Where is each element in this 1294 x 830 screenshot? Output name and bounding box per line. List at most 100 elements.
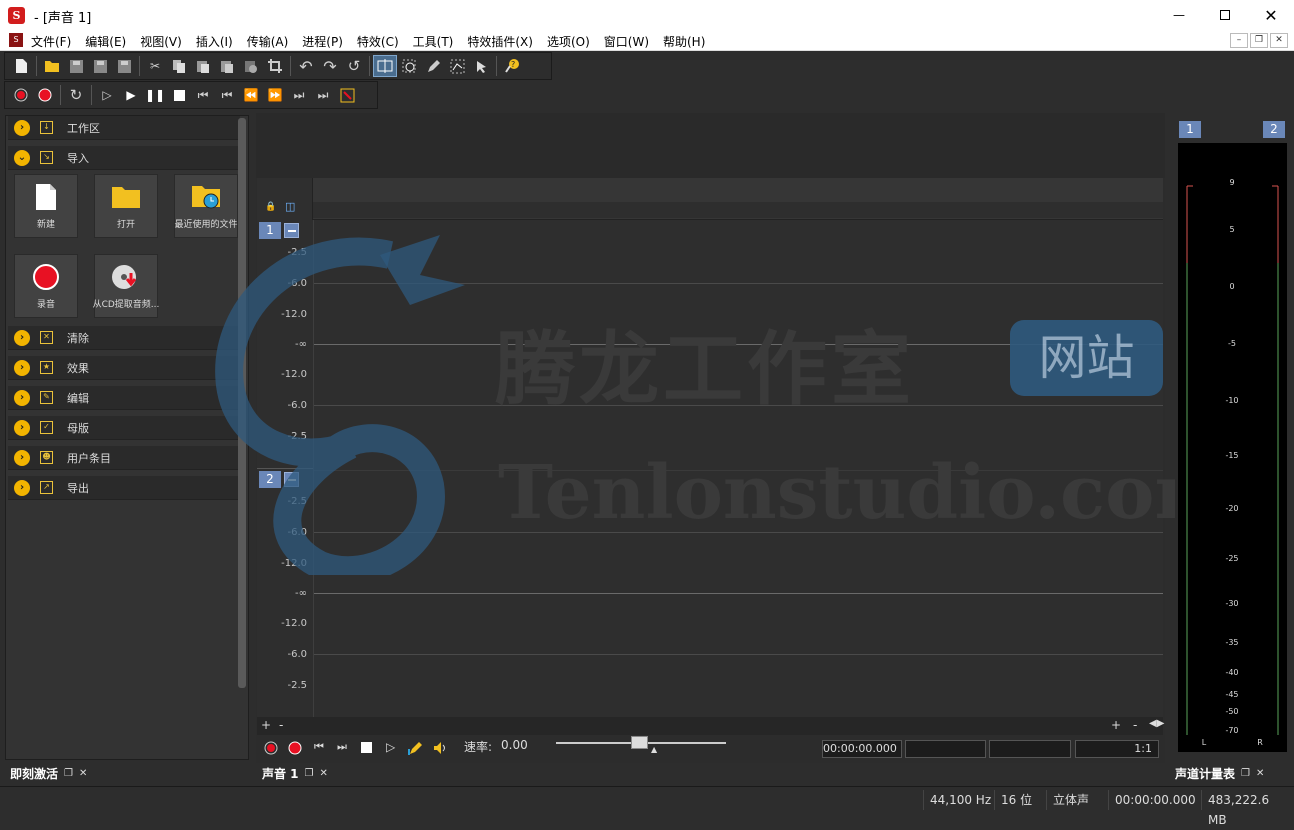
- menu-item[interactable]: 插入(I): [196, 33, 247, 50]
- float-icon[interactable]: ❐: [1241, 768, 1250, 779]
- next-marker-button[interactable]: ⏭: [287, 84, 311, 106]
- float-icon[interactable]: ❐: [64, 768, 73, 779]
- rewind-button[interactable]: ⏪: [239, 84, 263, 106]
- section-import[interactable]: ⌄ ↘ 导入: [8, 146, 240, 170]
- close-icon[interactable]: ✕: [320, 768, 328, 779]
- speaker-icon[interactable]: [432, 740, 448, 756]
- stop-icon[interactable]: [361, 742, 372, 753]
- selection-start[interactable]: [905, 740, 986, 758]
- tile-cd-extract[interactable]: 从CD提取音频...: [93, 254, 159, 318]
- menu-item[interactable]: 视图(V): [140, 33, 196, 50]
- status-length: 00:00:00.000: [1108, 790, 1202, 810]
- overview-strip[interactable]: [256, 113, 1165, 178]
- zoom-in-vertical-button[interactable]: +: [261, 718, 271, 732]
- paste-mix-button[interactable]: [215, 55, 239, 77]
- zoom-in-horizontal-button[interactable]: +: [1111, 718, 1121, 732]
- crop-button[interactable]: [263, 55, 287, 77]
- play-button[interactable]: ▶: [119, 84, 143, 106]
- zoom-ratio[interactable]: 1:1: [1075, 740, 1159, 758]
- copy-button[interactable]: [167, 55, 191, 77]
- mdi-close-button[interactable]: ✕: [1270, 33, 1288, 48]
- go-to-start-button[interactable]: ⏮: [191, 84, 215, 106]
- redo-button[interactable]: ↷: [318, 55, 342, 77]
- record-arm-button[interactable]: [9, 84, 33, 106]
- go-to-end-icon[interactable]: ⏭: [337, 740, 347, 754]
- save-as-button[interactable]: [88, 55, 112, 77]
- menu-item[interactable]: 文件(F): [31, 33, 85, 50]
- float-icon[interactable]: ❐: [305, 768, 314, 779]
- menu-item[interactable]: 特效(C): [357, 33, 413, 50]
- mdi-minimize-button[interactable]: –: [1230, 33, 1248, 48]
- stop-button[interactable]: [167, 84, 191, 106]
- maximize-button[interactable]: [1202, 0, 1248, 30]
- paste-button[interactable]: [191, 55, 215, 77]
- envelope-tool-button[interactable]: [445, 55, 469, 77]
- app-icon[interactable]: S: [8, 7, 25, 24]
- editor-tab[interactable]: 声音 1 ❐ ✕: [256, 763, 396, 783]
- tile-record[interactable]: 录音: [14, 254, 78, 318]
- new-file-button[interactable]: [9, 55, 33, 77]
- cursor-time[interactable]: 00:00:00.000: [822, 740, 902, 758]
- menu-item[interactable]: 窗口(W): [604, 33, 663, 50]
- pause-button[interactable]: ❚❚: [143, 84, 167, 106]
- meter-channel-1[interactable]: 1: [1179, 121, 1201, 138]
- snap-button[interactable]: [335, 84, 359, 106]
- selection-end[interactable]: [989, 740, 1071, 758]
- save-button[interactable]: [64, 55, 88, 77]
- record-icon[interactable]: [288, 741, 303, 756]
- tile-open[interactable]: 打开: [94, 174, 158, 238]
- help-button[interactable]: ?: [500, 55, 524, 77]
- export-icon: ↗: [40, 481, 53, 494]
- record-button[interactable]: [33, 84, 57, 106]
- meter-tab[interactable]: 声道计量表 ❐ ✕: [1169, 763, 1287, 783]
- mdi-restore-button[interactable]: ❐: [1250, 33, 1268, 48]
- play-from-start-button[interactable]: ▷: [95, 84, 119, 106]
- edit-tool-button[interactable]: [373, 55, 397, 77]
- chevron-right-icon: ›: [14, 449, 30, 466]
- section-workspace[interactable]: › ↓ 工作区: [8, 116, 240, 140]
- minimize-button[interactable]: —: [1156, 0, 1202, 30]
- loop-button[interactable]: ↻: [64, 84, 88, 106]
- menu-item[interactable]: 进程(P): [302, 33, 357, 50]
- chevron-right-icon: ›: [14, 419, 30, 436]
- meter-scale-label: -25: [1225, 554, 1239, 563]
- repeat-button[interactable]: ↺: [342, 55, 366, 77]
- tile-new[interactable]: 新建: [14, 174, 78, 238]
- edit-tool-icon[interactable]: ◫: [285, 200, 295, 213]
- zoom-out-vertical-button[interactable]: -: [279, 718, 283, 732]
- fast-forward-button[interactable]: ⏩: [263, 84, 287, 106]
- cut-button[interactable]: ✂: [143, 55, 167, 77]
- pencil-icon[interactable]: [408, 740, 423, 756]
- paste-insert-button[interactable]: [239, 55, 263, 77]
- zoom-fit-icon[interactable]: ◀▶: [1149, 718, 1164, 729]
- explorer-tab[interactable]: 即刻激活 ❐ ✕: [4, 763, 254, 783]
- go-to-start-icon[interactable]: ⏮: [314, 740, 324, 754]
- rate-slider-thumb[interactable]: [631, 736, 648, 749]
- undo-button[interactable]: ↶: [294, 55, 318, 77]
- go-to-end-button[interactable]: ⏭: [311, 84, 335, 106]
- menu-item[interactable]: 特效插件(X): [467, 33, 547, 50]
- play-icon[interactable]: ▷: [386, 740, 395, 754]
- close-icon[interactable]: ✕: [1256, 768, 1264, 779]
- previous-marker-button[interactable]: ⏮: [215, 84, 239, 106]
- select-tool-button[interactable]: [469, 55, 493, 77]
- record-icon: [38, 88, 52, 102]
- db-label: -2.5: [287, 680, 307, 691]
- menu-item[interactable]: 编辑(E): [85, 33, 140, 50]
- close-button[interactable]: ✕: [1248, 0, 1294, 30]
- menu-item[interactable]: 工具(T): [413, 33, 468, 50]
- menu-item[interactable]: 帮助(H): [663, 33, 719, 50]
- close-icon[interactable]: ✕: [79, 768, 87, 779]
- pencil-tool-button[interactable]: [421, 55, 445, 77]
- lock-icon[interactable]: 🔒: [265, 202, 276, 212]
- document-icon[interactable]: S: [9, 33, 23, 47]
- save-all-button[interactable]: [112, 55, 136, 77]
- meter-channel-2[interactable]: 2: [1263, 121, 1285, 138]
- magnify-tool-button[interactable]: [397, 55, 421, 77]
- import-icon: ↘: [40, 151, 53, 164]
- menu-item[interactable]: 选项(O): [547, 33, 604, 50]
- open-button[interactable]: [40, 55, 64, 77]
- menu-item[interactable]: 传输(A): [247, 33, 303, 50]
- record-arm-icon[interactable]: [264, 741, 279, 756]
- zoom-out-horizontal-button[interactable]: -: [1133, 718, 1137, 732]
